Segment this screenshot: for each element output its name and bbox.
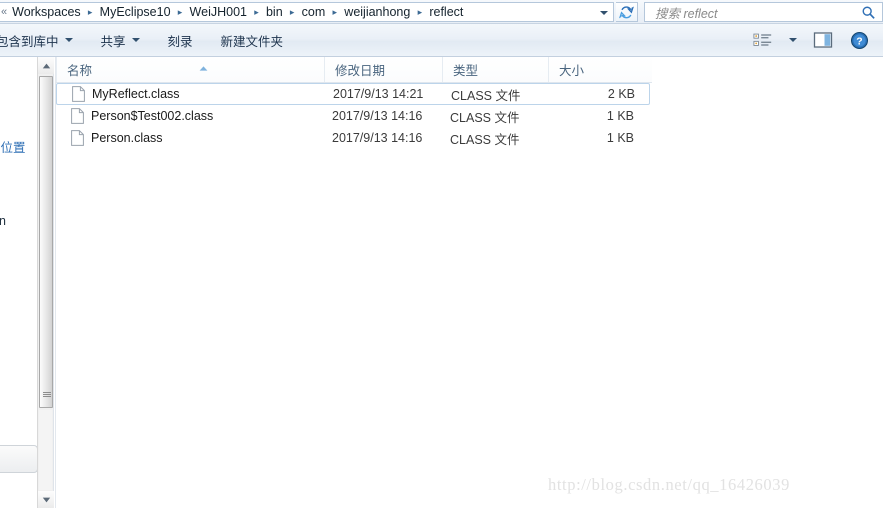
breadcrumb-separator-icon: ▸ <box>254 7 259 17</box>
breadcrumb-item-weijh001[interactable]: WeiJH001 <box>187 3 250 21</box>
scrollbar-thumb[interactable] <box>39 76 53 408</box>
search-input[interactable]: 搜索 reflect <box>645 3 718 22</box>
toolbar-item-1[interactable]: 共享 <box>89 28 152 52</box>
toolbar-right-buttons: ? <box>747 24 875 56</box>
cell-size: 2 KB <box>607 87 635 101</box>
view-options-dropdown-button[interactable] <box>783 27 803 53</box>
cell-name[interactable]: Person.class <box>71 130 163 146</box>
cell-type: CLASS 文件 <box>451 88 521 103</box>
column-header-type[interactable]: 类型 <box>442 57 548 82</box>
svg-text:?: ? <box>856 36 862 47</box>
column-header-row: 名称 修改日期 类型 大小 <box>56 57 652 83</box>
file-rows: MyReflect.class 2017/9/13 14:21 CLASS 文件 2 … <box>56 83 883 149</box>
breadcrumb-separator-icon: ▸ <box>332 7 338 17</box>
file-name-label: Person.class <box>91 131 163 145</box>
breadcrumb-separator-icon: ▸ <box>87 7 93 17</box>
cell-type: CLASS 文件 <box>450 132 520 147</box>
refresh-icon <box>619 5 634 18</box>
file-name-label: Person$Test002.class <box>91 109 214 123</box>
toolbar-item-label: 新建文件夹 <box>220 34 284 49</box>
scrollbar-grip-icon <box>43 392 51 399</box>
chevron-down-icon <box>789 38 797 42</box>
nav-pane-item-1[interactable]: on <box>0 214 6 228</box>
toolbar-item-3[interactable]: 新建文件夹 <box>209 28 296 52</box>
breadcrumb-overflow-chevron[interactable]: « <box>1 6 7 18</box>
breadcrumb[interactable]: « Workspaces ▸ MyEclipse10 ▸ WeiJH001 ▸ bin ▸ co… <box>0 2 614 22</box>
column-header-label: 类型 <box>453 64 479 78</box>
file-icon <box>72 86 85 102</box>
file-explorer-window: « Workspaces ▸ MyEclipse10 ▸ WeiJH001 ▸ bin ▸ co… <box>0 0 883 508</box>
toolbar-item-2[interactable]: 刻录 <box>156 28 205 52</box>
column-header-label: 大小 <box>559 64 585 78</box>
column-header-label: 名称 <box>67 64 93 78</box>
breadcrumb-separator-icon: ▸ <box>417 7 423 17</box>
view-options-icon <box>753 33 772 46</box>
cell-date: 2017/9/13 14:16 <box>332 109 423 123</box>
address-bar: « Workspaces ▸ MyEclipse10 ▸ WeiJH001 ▸ bin ▸ co… <box>0 0 883 24</box>
file-icon <box>71 130 84 146</box>
cell-size: 1 KB <box>606 109 634 123</box>
cell-size: 1 KB <box>606 131 634 145</box>
breadcrumb-item-myeclipse10[interactable]: MyEclipse10 <box>97 3 174 21</box>
help-button[interactable]: ? <box>843 27 875 53</box>
breadcrumb-item-bin[interactable]: bin <box>263 3 286 21</box>
breadcrumb-dropdown-button[interactable] <box>595 4 612 21</box>
breadcrumb-item-reflect[interactable]: reflect <box>426 3 466 21</box>
caret-down-icon <box>42 497 50 502</box>
scroll-up-button[interactable] <box>38 57 54 74</box>
cell-date: 2017/9/13 14:16 <box>332 131 423 145</box>
cell-type: CLASS 文件 <box>450 110 520 125</box>
toolbar-items: 包含到库中 共享 刻录 新建文件夹 <box>0 24 297 56</box>
toolbar-item-0[interactable]: 包含到库中 <box>0 28 85 52</box>
table-row[interactable]: Person$Test002.class 2017/9/13 14:16 CLASS… <box>56 105 883 127</box>
chevron-down-icon <box>599 10 608 15</box>
breadcrumb-item-weijianhong[interactable]: weijianhong <box>341 3 413 21</box>
column-header-size[interactable]: 大小 <box>548 57 651 82</box>
column-header-date[interactable]: 修改日期 <box>324 57 442 82</box>
file-icon <box>71 108 84 124</box>
toolbar-item-label: 包含到库中 <box>0 34 59 49</box>
breadcrumb-item-com[interactable]: com <box>299 3 329 21</box>
breadcrumb-item-workspaces[interactable]: Workspaces <box>9 3 84 21</box>
command-toolbar: 包含到库中 共享 刻录 新建文件夹 ? <box>0 24 883 57</box>
file-list-area[interactable]: 名称 修改日期 类型 大小 MyReflect.class 2017/9/13 14:2… <box>55 57 883 508</box>
search-icon <box>862 6 875 19</box>
cell-name[interactable]: MyReflect.class <box>72 86 180 102</box>
nav-pane-item-0[interactable]: 的位置 <box>0 137 26 156</box>
chevron-down-icon <box>131 38 140 42</box>
breadcrumb-separator-icon: ▸ <box>177 7 183 17</box>
navigation-pane-scrollbar[interactable] <box>37 57 54 508</box>
help-icon: ? <box>850 31 868 49</box>
column-header-label: 修改日期 <box>335 64 386 78</box>
table-row[interactable]: MyReflect.class 2017/9/13 14:21 CLASS 文件 2 … <box>56 83 650 105</box>
refresh-button[interactable] <box>616 2 638 22</box>
scroll-down-button[interactable] <box>38 491 54 508</box>
toolbar-item-label: 刻录 <box>167 34 193 49</box>
column-header-name[interactable]: 名称 <box>56 57 324 82</box>
file-name-label: MyReflect.class <box>92 87 180 101</box>
toolbar-item-label: 共享 <box>100 34 126 49</box>
watermark-text: http://blog.csdn.net/qq_16426039 <box>548 475 790 494</box>
view-options-button[interactable] <box>747 27 779 53</box>
caret-up-icon <box>42 63 50 68</box>
preview-pane-button[interactable] <box>807 27 839 53</box>
preview-pane-icon <box>813 32 833 48</box>
details-pane-stub <box>0 445 37 473</box>
search-box[interactable]: 搜索 reflect <box>644 2 883 22</box>
table-row[interactable]: Person.class 2017/9/13 14:16 CLASS 文件 1 KB <box>56 127 883 149</box>
cell-date: 2017/9/13 14:21 <box>333 87 424 101</box>
navigation-pane[interactable]: 的位置 on <box>0 57 37 508</box>
chevron-down-icon <box>64 38 73 42</box>
cell-name[interactable]: Person$Test002.class <box>71 108 213 124</box>
scrollbar-track[interactable] <box>39 410 52 490</box>
breadcrumb-separator-icon: ▸ <box>289 7 295 17</box>
